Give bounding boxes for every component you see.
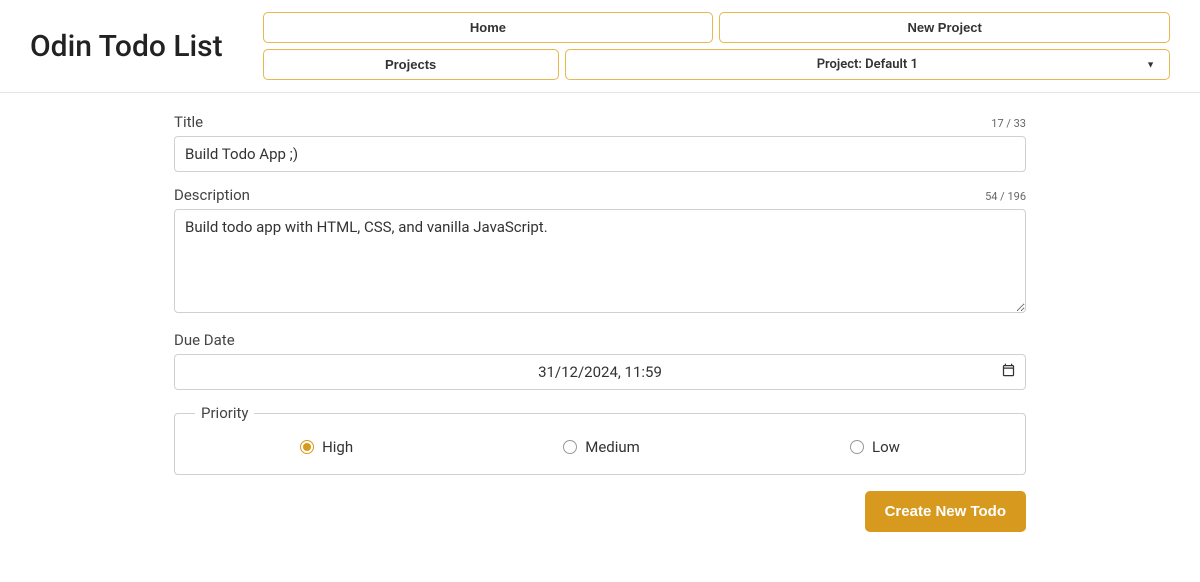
title-counter: 17 / 33 xyxy=(991,117,1026,130)
due-date-input[interactable] xyxy=(174,354,1026,390)
priority-radio-medium[interactable]: Medium xyxy=(563,438,640,456)
nav-row-top: Home New Project xyxy=(263,12,1170,43)
priority-radio-low[interactable]: Low xyxy=(850,438,900,456)
priority-label-high: High xyxy=(322,438,353,456)
nav-row-bottom: Projects Project: Default 1 ▼ xyxy=(263,49,1170,80)
priority-fieldset: Priority High Medium Low xyxy=(174,404,1026,475)
priority-options: High Medium Low xyxy=(195,438,1005,456)
description-input[interactable]: Build todo app with HTML, CSS, and vanil… xyxy=(174,209,1026,313)
description-field-group: Description 54 / 196 Build todo app with… xyxy=(174,186,1026,317)
description-field-header: Description 54 / 196 xyxy=(174,186,1026,204)
priority-label-medium: Medium xyxy=(585,438,640,456)
radio-icon xyxy=(850,440,864,454)
create-todo-button[interactable]: Create New Todo xyxy=(865,491,1026,532)
title-field-group: Title 17 / 33 xyxy=(174,113,1026,172)
due-date-label: Due Date xyxy=(174,331,235,349)
priority-label-low: Low xyxy=(872,438,900,456)
priority-radio-high[interactable]: High xyxy=(300,438,353,456)
due-date-field-header: Due Date xyxy=(174,331,1026,349)
new-project-button[interactable]: New Project xyxy=(719,12,1170,43)
priority-legend: Priority xyxy=(195,404,254,422)
projects-button[interactable]: Projects xyxy=(263,49,559,80)
due-date-field-group: Due Date xyxy=(174,331,1026,390)
todo-form: Title 17 / 33 Description 54 / 196 Build… xyxy=(174,113,1026,532)
title-label: Title xyxy=(174,113,203,131)
project-select-label: Project: Default 1 xyxy=(817,57,918,72)
project-select[interactable]: Project: Default 1 ▼ xyxy=(565,49,1170,80)
title-input[interactable] xyxy=(174,136,1026,172)
description-label: Description xyxy=(174,186,250,204)
description-counter: 54 / 196 xyxy=(985,190,1026,203)
radio-icon xyxy=(300,440,314,454)
date-input-wrapper xyxy=(174,354,1026,390)
nav-container: Home New Project Projects Project: Defau… xyxy=(263,12,1170,80)
app-title: Odin Todo List xyxy=(30,29,223,64)
radio-icon xyxy=(563,440,577,454)
form-footer: Create New Todo xyxy=(174,491,1026,532)
app-header: Odin Todo List Home New Project Projects… xyxy=(0,0,1200,93)
chevron-down-icon: ▼ xyxy=(1146,59,1155,70)
title-field-header: Title 17 / 33 xyxy=(174,113,1026,131)
home-button[interactable]: Home xyxy=(263,12,714,43)
